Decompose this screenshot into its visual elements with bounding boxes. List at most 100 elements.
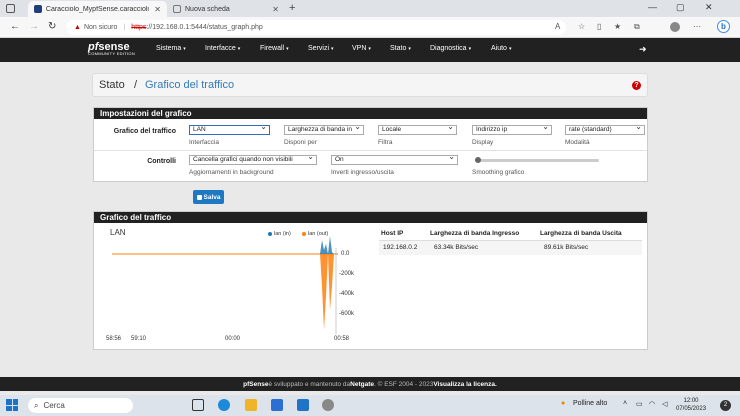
- task-view-icon[interactable]: [192, 399, 204, 411]
- store-icon[interactable]: [271, 399, 283, 411]
- url-scheme: https: [131, 24, 147, 31]
- edge-icon[interactable]: [218, 399, 230, 411]
- logout-icon[interactable]: ➜: [639, 44, 647, 55]
- network-icon[interactable]: ▭: [636, 400, 643, 408]
- file-explorer-icon[interactable]: [245, 399, 257, 411]
- background-updates-hint: Aggiornamenti in background: [189, 169, 274, 176]
- settings-panel-title: Impostazioni del grafico: [94, 108, 647, 119]
- close-tab-icon[interactable]: ✕: [154, 5, 161, 14]
- app-icon[interactable]: [322, 399, 334, 411]
- menu-label: VPN: [352, 45, 367, 52]
- more-options-icon[interactable]: ⋯: [693, 22, 701, 31]
- footer-brand: pfSense: [243, 380, 269, 388]
- minimize-icon[interactable]: —: [648, 2, 657, 12]
- footer-license-link[interactable]: Visualizza la licenza.: [433, 381, 496, 388]
- caret-icon: ▾: [331, 46, 334, 52]
- browser-tab-bar: Caracciolo_MypfSense.caraccioli ✕ Nuova …: [0, 0, 740, 17]
- taskbar: ⌕ Cerca ● Polline alto ˄ ▭ ◠ ◁ 12:00 07/…: [0, 395, 740, 416]
- clock[interactable]: 12:00 07/05/2023: [676, 397, 706, 413]
- forward-icon[interactable]: →: [29, 21, 39, 32]
- warning-icon: ▲: [74, 24, 81, 31]
- favorite-icon[interactable]: ☆: [578, 22, 585, 31]
- split-screen-icon[interactable]: ▯: [597, 22, 601, 31]
- menu-label: Interfacce: [205, 45, 236, 52]
- wifi-icon[interactable]: ◠: [649, 400, 655, 408]
- filter-select[interactable]: Locale: [378, 125, 457, 135]
- bing-icon[interactable]: b: [717, 20, 730, 33]
- menu-interfacce[interactable]: Interfacce ▾: [205, 45, 240, 52]
- save-button[interactable]: Salva: [193, 190, 224, 204]
- menu-servizi[interactable]: Servizi ▾: [308, 45, 334, 52]
- start-icon[interactable]: [6, 399, 18, 411]
- weather-label[interactable]: Polline alto: [573, 400, 607, 407]
- interface-select[interactable]: LAN: [189, 125, 270, 135]
- breadcrumb-separator: /: [134, 79, 138, 91]
- taskbar-search[interactable]: ⌕ Cerca: [28, 398, 133, 413]
- chevron-up-icon[interactable]: ˄: [623, 400, 627, 407]
- menu-diagnostica[interactable]: Diagnostica ▾: [430, 45, 471, 52]
- mode-hint: Modalità: [565, 139, 590, 146]
- pfsense-logo[interactable]: pfsense COMMUNITY EDITION: [88, 41, 135, 56]
- caret-icon: ▾: [408, 46, 411, 52]
- interface-hint: Interfaccia: [189, 139, 219, 146]
- menu-sistema[interactable]: Sistema ▾: [156, 45, 186, 52]
- browser-tab-active[interactable]: Caracciolo_MypfSense.caraccioli ✕: [28, 1, 167, 17]
- favorites-icon[interactable]: ★: [614, 22, 621, 31]
- out-spike: [320, 254, 334, 330]
- collections-icon[interactable]: ⧉: [634, 22, 640, 32]
- slider-thumb[interactable]: [475, 157, 481, 163]
- volume-icon[interactable]: ◁: [662, 400, 667, 408]
- row-label-controls: Controlli: [147, 158, 176, 165]
- caret-icon: ▾: [508, 46, 512, 52]
- tab-title: Caracciolo_MypfSense.caraccioli: [45, 5, 149, 13]
- new-tab-favicon-icon: [173, 5, 181, 13]
- weather-icon[interactable]: ●: [561, 400, 565, 407]
- background-updates-select[interactable]: Cancella grafici quando non visibili: [189, 155, 317, 165]
- refresh-icon[interactable]: ↻: [48, 21, 56, 32]
- invert-select[interactable]: On: [331, 155, 458, 165]
- menu-vpn[interactable]: VPN ▾: [352, 45, 371, 52]
- display-select[interactable]: Indirizzo ip: [472, 125, 552, 135]
- x-tick: 00:00: [225, 336, 241, 342]
- menu-label: Stato: [390, 45, 407, 52]
- traffic-chart: [112, 236, 338, 334]
- workspaces-icon[interactable]: [6, 4, 15, 13]
- mail-icon[interactable]: [297, 399, 309, 411]
- menu-label: Firewall: [260, 45, 285, 52]
- mode-select[interactable]: rate (standard): [565, 125, 645, 135]
- back-icon[interactable]: ←: [10, 21, 20, 32]
- graph-panel-title: Grafico del traffico: [94, 212, 647, 223]
- profile-avatar[interactable]: [670, 22, 680, 32]
- menu-aiuto[interactable]: Aiuto ▾: [491, 45, 511, 52]
- settings-panel: Impostazioni del grafico Grafico del tra…: [93, 107, 648, 182]
- divider: [94, 150, 647, 151]
- read-aloud-icon[interactable]: A: [555, 22, 560, 31]
- breadcrumb: Stato / Grafico del traffico ?: [92, 73, 648, 97]
- smoothing-slider[interactable]: [475, 157, 599, 163]
- menu-label: Servizi: [308, 45, 330, 52]
- sort-by-hint: Disponi per: [284, 139, 317, 146]
- sort-by-select[interactable]: Larghezza di banda in: [284, 125, 364, 135]
- y-tick: 0.0: [341, 251, 350, 257]
- footer-company-link[interactable]: Netgate: [350, 381, 374, 388]
- new-tab-icon[interactable]: +: [289, 2, 295, 14]
- menu-stato[interactable]: Stato ▾: [390, 45, 411, 52]
- close-window-icon[interactable]: ✕: [705, 2, 713, 13]
- help-icon[interactable]: ?: [632, 81, 641, 90]
- x-tick: 59:10: [131, 336, 147, 342]
- row-label-graph: Grafico del traffico: [113, 128, 176, 135]
- footer: pfSense è sviluppato e mantenuto da Netg…: [0, 377, 740, 391]
- col-header-in: Larghezza di banda Ingresso: [430, 230, 520, 237]
- caret-icon: ▾: [468, 46, 472, 52]
- browser-tab[interactable]: Nuova scheda ✕: [167, 1, 285, 17]
- address-bar[interactable]: ▲ Non sicuro | https ://192.168.0.1:5444…: [66, 20, 566, 35]
- menu-label: Sistema: [156, 45, 182, 52]
- maximize-icon[interactable]: ▢: [676, 2, 685, 13]
- clock-time: 12:00: [683, 398, 699, 404]
- breadcrumb-current[interactable]: Grafico del traffico: [145, 79, 234, 91]
- notification-badge[interactable]: 2: [720, 400, 731, 411]
- menu-firewall[interactable]: Firewall ▾: [260, 45, 289, 52]
- breadcrumb-parent[interactable]: Stato: [99, 79, 125, 91]
- smoothing-hint: Smoothing grafico: [472, 169, 525, 176]
- close-tab-icon[interactable]: ✕: [272, 5, 279, 14]
